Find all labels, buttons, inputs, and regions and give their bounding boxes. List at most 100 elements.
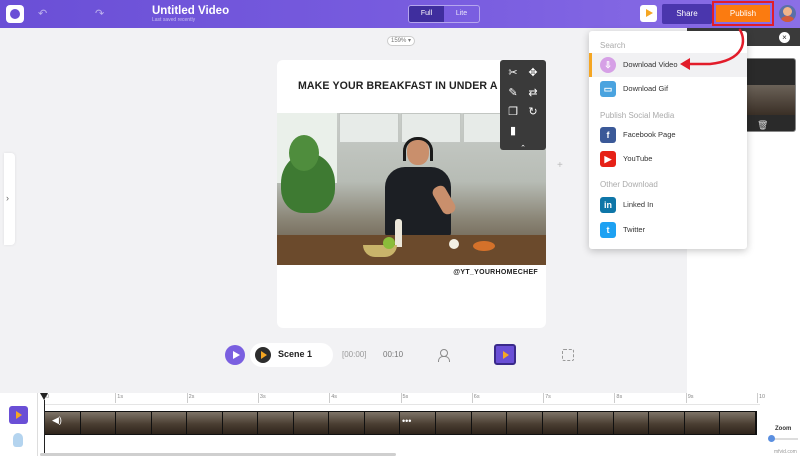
undo-icon[interactable]: ↶ [38, 7, 47, 20]
bottle-shape [395, 219, 402, 247]
download-gif-item[interactable]: ▭ Download Gif [589, 77, 747, 101]
mode-full-button[interactable]: Full [409, 6, 444, 22]
ruler-tick-label: 6s [473, 394, 480, 400]
download-video-icon: ⇩ [600, 57, 616, 73]
ruler-tick-label: 5s [402, 394, 409, 400]
scene-label: Scene 1 [278, 349, 313, 359]
user-avatar[interactable] [779, 5, 796, 22]
section-search: Search [600, 41, 626, 50]
app-logo-icon[interactable] [6, 5, 24, 23]
track-frame [649, 412, 685, 434]
more-options-icon[interactable]: ••• [402, 416, 411, 426]
twitter-item[interactable]: t Twitter [589, 218, 747, 242]
fit-screen-icon[interactable] [562, 349, 574, 361]
track-frame [293, 412, 330, 434]
mode-lite-button[interactable]: Lite [444, 6, 479, 22]
ruler-tick-label: 8s [616, 394, 623, 400]
canvas-zoom-select[interactable]: 159% ▾ [387, 36, 415, 46]
scissors-icon[interactable]: ✂ [506, 66, 520, 80]
top-header: ↶ ↷ Untitled Video Last saved recently F… [0, 0, 800, 28]
share-button[interactable]: Share [662, 4, 712, 24]
time-end: 00:10 [383, 350, 404, 359]
character-icon[interactable] [438, 349, 450, 362]
track-frame [116, 412, 152, 434]
publish-highlight-box: Publish [712, 1, 774, 26]
kitchen-counter [277, 235, 546, 265]
ruler-tick [685, 393, 687, 403]
track-frame [542, 412, 579, 434]
plant-image [289, 135, 319, 171]
ruler-tick [257, 393, 259, 403]
chevron-right-icon: › [6, 193, 9, 203]
scene-selector[interactable]: Scene 1 [250, 343, 333, 367]
ruler-tick [329, 393, 331, 403]
watermark-text: mfvid.com [774, 449, 797, 455]
track-frame [684, 412, 721, 434]
linkedin-item[interactable]: in Linked In [589, 193, 747, 217]
left-panel-toggle[interactable]: › [4, 153, 15, 245]
volume-icon[interactable]: ◀) [52, 415, 62, 426]
headphones-shape [403, 137, 433, 161]
video-track-icon[interactable] [9, 406, 28, 424]
ruler-tick [543, 393, 545, 403]
redo-icon[interactable]: ↷ [95, 7, 104, 20]
facebook-page-item[interactable]: f Facebook Page [589, 123, 747, 147]
chevron-up-icon[interactable]: ⌃ [518, 145, 528, 152]
kitchen-cabinet [339, 113, 399, 143]
video-track[interactable] [44, 411, 757, 435]
section-social: Publish Social Media [600, 111, 675, 120]
track-frame [471, 412, 508, 434]
timeline-ruler[interactable]: 0 1s 2s 3s 4s 5s 6s 7s 8s 9s 10 [44, 393, 765, 405]
add-scene-plus-icon[interactable]: + [557, 160, 563, 171]
edit-pencil-icon[interactable]: ✎ [506, 86, 520, 100]
timeline-playhead[interactable] [40, 393, 48, 456]
canvas-handle-text[interactable]: @YT_YOURHOMECHEF [453, 269, 538, 276]
microphone-icon[interactable] [13, 433, 23, 447]
twitter-label: Twitter [623, 225, 646, 234]
layers-icon[interactable]: ❐ [506, 105, 520, 119]
preview-play-icon[interactable] [640, 5, 657, 22]
delete-scene-icon[interactable]: 🗑 [757, 120, 768, 131]
section-other: Other Download [600, 180, 658, 189]
egg-shape [449, 239, 459, 249]
track-frame [187, 412, 223, 434]
swap-icon[interactable]: ⇄ [526, 86, 540, 100]
ruler-tick-label: 1s [117, 394, 124, 400]
ruler-tick-label: 4s [331, 394, 337, 400]
ruler-tick [186, 393, 188, 403]
ruler-tick [115, 393, 117, 403]
ruler-tick-label: 3s [259, 394, 266, 400]
facebook-page-label: Facebook Page [623, 130, 676, 139]
ruler-tick-label: 9s [687, 394, 694, 400]
facebook-icon: f [600, 127, 616, 143]
youtube-item[interactable]: ▶ YouTube [589, 147, 747, 171]
move-icon[interactable]: ✥ [526, 66, 540, 80]
ruler-tick [471, 393, 473, 403]
vegetable-shape [473, 241, 495, 251]
close-icon[interactable]: × [779, 32, 790, 43]
play-button[interactable] [225, 345, 245, 365]
zoom-slider-handle[interactable] [768, 435, 775, 442]
timeline-panel: 0 1s 2s 3s 4s 5s 6s 7s 8s 9s 10 ◀) ••• Zoom [0, 393, 800, 456]
track-frame [364, 412, 401, 434]
timeline-sidebar [0, 393, 38, 456]
video-title[interactable]: Untitled Video [152, 5, 229, 17]
ruler-tick-label: 10 [759, 394, 766, 400]
track-frame [80, 412, 117, 434]
track-frame [720, 412, 756, 434]
youtube-icon: ▶ [600, 151, 616, 167]
scene-play-icon[interactable] [255, 347, 271, 363]
vegetable-shape [383, 237, 395, 249]
trash-icon[interactable]: ▮ [506, 124, 520, 138]
track-frame [222, 412, 259, 434]
ruler-tick [757, 393, 758, 403]
track-frame [507, 412, 543, 434]
download-gif-icon: ▭ [600, 81, 616, 97]
publish-button[interactable]: Publish [716, 5, 770, 22]
download-gif-label: Download Gif [623, 84, 669, 93]
track-frame [578, 412, 614, 434]
rotate-icon[interactable]: ↻ [526, 105, 540, 119]
ruler-tick [400, 393, 402, 403]
ruler-tick [614, 393, 616, 403]
video-scene-icon[interactable] [494, 344, 516, 365]
